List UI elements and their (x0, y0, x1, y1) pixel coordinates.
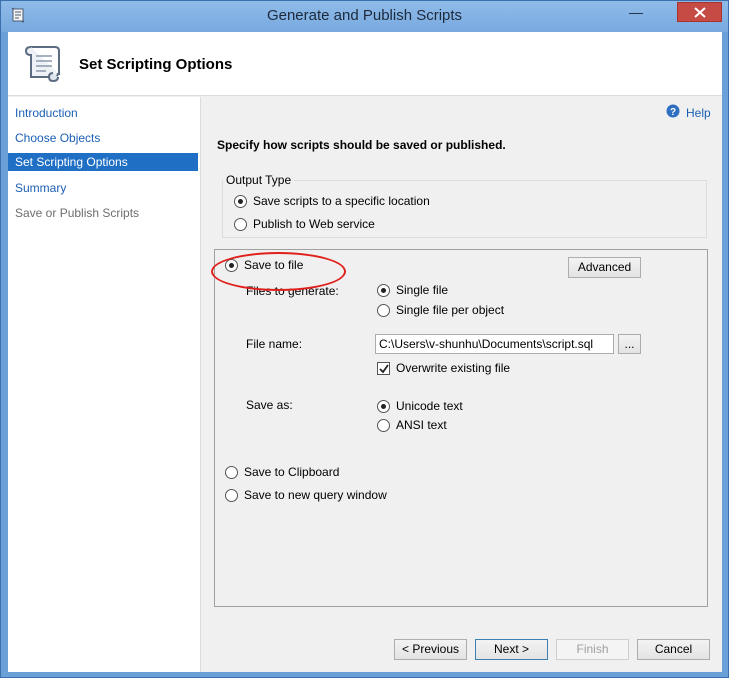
radio-label: Save to new query window (244, 488, 387, 502)
radio-publish-web-service[interactable]: Publish to Web service (234, 217, 375, 231)
file-name-label: File name: (246, 337, 303, 351)
radio-dot (234, 194, 247, 208)
help-link[interactable]: ? Help (666, 104, 711, 121)
help-icon: ? (666, 104, 680, 121)
radio-label: Save to file (244, 258, 304, 272)
cancel-button[interactable]: Cancel (637, 639, 710, 660)
radio-dot (377, 283, 390, 297)
advanced-button[interactable]: Advanced (568, 257, 641, 278)
radio-single-file-per-object[interactable]: Single file per object (377, 303, 504, 317)
radio-dot (225, 258, 238, 272)
radio-save-specific-location[interactable]: Save scripts to a specific location (234, 194, 430, 208)
radio-unicode-text[interactable]: Unicode text (377, 399, 463, 413)
radio-label: Single file per object (396, 303, 505, 317)
radio-save-to-query-window[interactable]: Save to new query window (225, 488, 387, 502)
radio-label: Unicode text (396, 399, 463, 413)
radio-label: Publish to Web service (253, 217, 375, 231)
radio-dot (225, 488, 238, 502)
nav-item-summary[interactable]: Summary (8, 179, 198, 197)
close-button[interactable] (677, 2, 722, 22)
close-icon (694, 7, 706, 18)
radio-dot (377, 303, 390, 317)
browse-button[interactable]: ... (618, 334, 641, 354)
radio-single-file[interactable]: Single file (377, 283, 448, 297)
dialog-window: Generate and Publish Scripts — Set Scrip… (0, 0, 729, 678)
help-label: Help (686, 105, 711, 120)
radio-dot (377, 418, 390, 432)
page-title: Set Scripting Options (79, 56, 233, 73)
wizard-nav: Introduction Choose Objects Set Scriptin… (8, 97, 201, 672)
save-as-label: Save as: (246, 398, 293, 412)
radio-save-to-clipboard[interactable]: Save to Clipboard (225, 465, 339, 479)
instruction-text: Specify how scripts should be saved or p… (217, 138, 506, 152)
title-bar[interactable]: Generate and Publish Scripts — (1, 1, 728, 32)
window-title: Generate and Publish Scripts (266, 7, 463, 24)
radio-dot (234, 217, 247, 231)
radio-save-to-file[interactable]: Save to file (225, 258, 303, 272)
checkbox-label: Overwrite existing file (396, 361, 511, 375)
previous-button[interactable]: < Previous (394, 639, 467, 660)
dialog-client: Set Scripting Options Introduction Choos… (8, 32, 722, 672)
file-name-input[interactable] (375, 334, 614, 354)
radio-ansi-text[interactable]: ANSI text (377, 418, 447, 432)
files-to-generate-label: Files to generate: (246, 284, 339, 298)
radio-label: ANSI text (396, 418, 447, 432)
checkbox-box (377, 361, 390, 375)
nav-item-set-scripting-options[interactable]: Set Scripting Options (8, 153, 198, 171)
nav-item-save-or-publish: Save or Publish Scripts (15, 206, 140, 220)
checkmark-icon (379, 363, 389, 373)
finish-button: Finish (556, 639, 629, 660)
svg-text:?: ? (670, 107, 676, 118)
output-type-legend: Output Type (223, 173, 295, 187)
page-header: Set Scripting Options (8, 32, 722, 96)
radio-label: Save scripts to a specific location (253, 194, 430, 208)
radio-label: Single file (396, 283, 449, 297)
next-button[interactable]: Next > (475, 639, 548, 660)
overwrite-checkbox[interactable]: Overwrite existing file (377, 361, 510, 375)
radio-dot (377, 399, 390, 413)
minimize-button[interactable]: — (623, 3, 649, 23)
scroll-icon (19, 41, 65, 90)
nav-item-choose-objects[interactable]: Choose Objects (8, 129, 198, 147)
nav-item-introduction[interactable]: Introduction (8, 104, 198, 122)
radio-dot (225, 465, 238, 479)
radio-label: Save to Clipboard (244, 465, 340, 479)
